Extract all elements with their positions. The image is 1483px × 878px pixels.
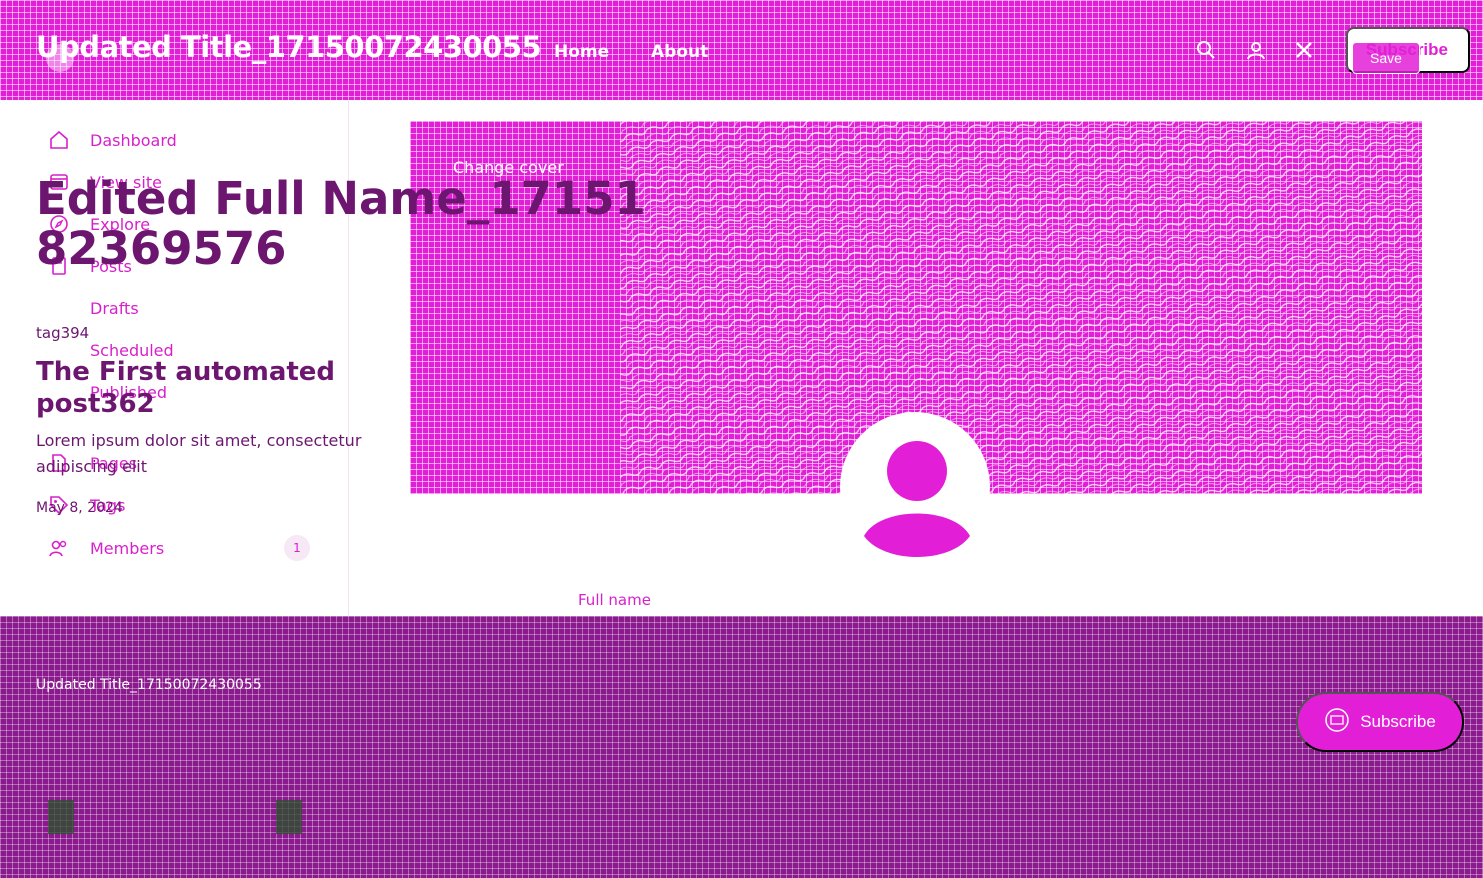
post-title[interactable]: The First automated post362 — [36, 356, 366, 420]
site-title[interactable]: Updated Title_17150072430055 — [36, 30, 542, 64]
footer-subscribe-button[interactable]: Subscribe — [1296, 692, 1464, 752]
footer-site-title[interactable]: Updated Title_17150072430055 — [36, 677, 262, 693]
sidebar-item-label: Dashboard — [90, 130, 177, 150]
post-tag[interactable]: tag394 — [36, 324, 89, 342]
cover-photo-texture — [620, 121, 1422, 494]
sidebar-item-members[interactable]: Members — [46, 531, 164, 565]
footer-artifact-mark — [276, 800, 302, 834]
x-social-icon[interactable] — [1290, 36, 1318, 64]
members-icon — [46, 535, 72, 561]
site-header: Updated Title_17150072430055 Home About … — [0, 0, 1483, 100]
avatar[interactable] — [840, 412, 990, 562]
sidebar-item-drafts[interactable]: Drafts — [90, 291, 139, 325]
post-date: May 8, 2024 — [36, 500, 123, 516]
mail-icon — [1324, 707, 1350, 738]
search-icon[interactable] — [1192, 36, 1220, 64]
footer-subscribe-label: Subscribe — [1360, 712, 1436, 731]
sidebar-item-label: Members — [90, 538, 165, 558]
save-button[interactable]: Save — [1352, 42, 1420, 74]
sidebar-item-label: Drafts — [90, 298, 139, 318]
sidebar-item-dashboard[interactable]: Dashboard — [46, 123, 177, 157]
nav-home-link[interactable]: Home — [554, 42, 609, 62]
post-excerpt: Lorem ipsum dolor sit amet, consectetur … — [36, 431, 362, 476]
full-name-field-label: Full name — [578, 591, 651, 609]
account-icon[interactable] — [1242, 36, 1270, 64]
author-name-heading: Edited Full Name_1715182369576 — [36, 172, 646, 275]
home-icon — [46, 127, 72, 153]
nav-about-link[interactable]: About — [651, 42, 708, 62]
site-footer: Updated Title_17150072430055 Subscribe — [0, 616, 1483, 878]
members-count-badge: 1 — [284, 535, 310, 561]
footer-artifact-mark — [48, 800, 74, 834]
user-icon — [864, 441, 970, 557]
